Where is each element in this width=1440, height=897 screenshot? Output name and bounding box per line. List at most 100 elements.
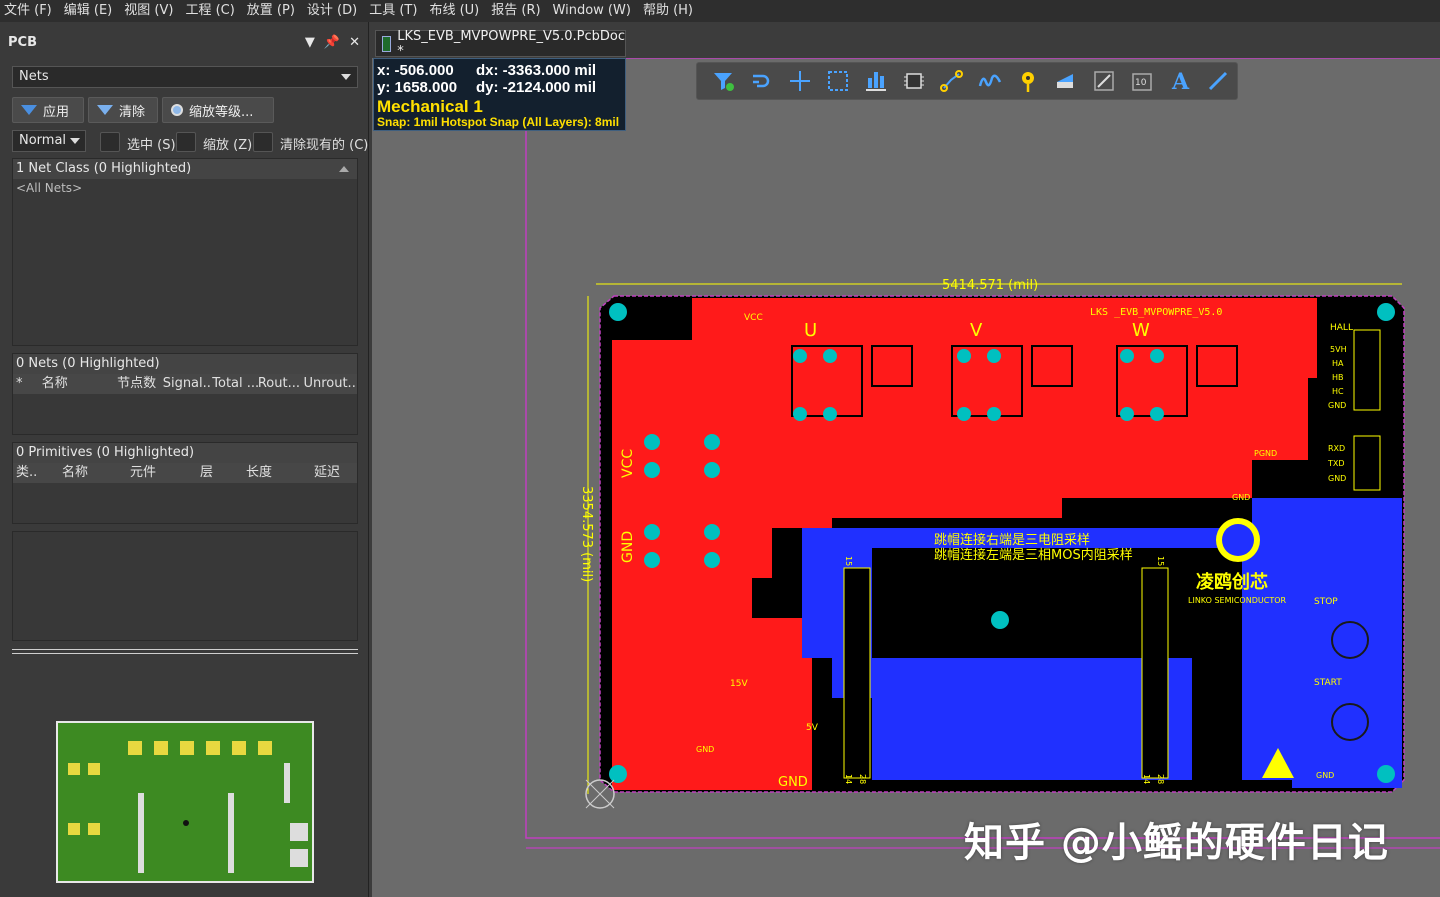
panel-splitter[interactable]: [12, 649, 358, 654]
menu-reports[interactable]: 报告 (R): [485, 0, 546, 22]
zoom-level-button[interactable]: 缩放等级...: [162, 97, 274, 123]
panel-header: PCB ▼ 📌 ✕: [0, 22, 368, 62]
col-prim-name[interactable]: 名称: [62, 463, 130, 483]
col-nodes[interactable]: 节点数: [117, 374, 163, 394]
panel-mode-select[interactable]: Nets: [12, 66, 358, 88]
menu-file[interactable]: 文件 (F): [0, 0, 58, 22]
menu-window[interactable]: Window (W): [547, 0, 637, 22]
v15-label: 15V: [730, 679, 748, 689]
header-left-top-num: 15: [844, 556, 853, 566]
document-tab[interactable]: LKS_EVB_MVPOWPRE_V5.0.PcbDoc *: [375, 28, 626, 59]
active-layer-label: Mechanical 1: [377, 97, 483, 116]
zoom-checkbox[interactable]: [176, 132, 196, 152]
snap-info: Snap: 1mil Hotspot Snap (All Layers): 8m…: [377, 115, 620, 129]
coord-x: x: -506.000: [377, 62, 454, 79]
col-total[interactable]: Total ...: [212, 374, 258, 394]
board-width-dim: 5414.571 (mil): [942, 278, 1038, 293]
region-icon[interactable]: [1085, 64, 1123, 98]
nets-title: 0 Nets (0 Highlighted): [13, 354, 357, 374]
board-minimap[interactable]: [56, 721, 314, 883]
pcb-canvas[interactable]: 5414.571 (mil) 3354.573 (mil) LKS _EVB_M…: [372, 58, 1440, 897]
component-icon[interactable]: [895, 64, 933, 98]
menu-bar: 文件 (F) 编辑 (E) 视图 (V) 工程 (C) 放置 (P) 设计 (D…: [0, 0, 1440, 22]
menu-tools[interactable]: 工具 (T): [363, 0, 423, 22]
clear-existing-label: 清除现有的 (C): [280, 138, 369, 153]
interactive-route-icon[interactable]: [971, 64, 1009, 98]
net-class-title-text: 1 Net Class (0 Highlighted): [16, 161, 192, 176]
menu-route[interactable]: 布线 (U): [423, 0, 485, 22]
close-icon[interactable]: ✕: [349, 35, 360, 50]
clear-filter-icon: [97, 105, 113, 115]
zoom-level-label: 缩放等级...: [189, 104, 254, 120]
menu-edit[interactable]: 编辑 (E): [58, 0, 119, 22]
select-checkbox[interactable]: [100, 132, 120, 152]
all-nets-item[interactable]: <All Nets>: [13, 179, 357, 195]
text-icon[interactable]: A: [1161, 64, 1199, 98]
pcb-document-icon: [382, 35, 392, 52]
menu-help[interactable]: 帮助 (H): [637, 0, 699, 22]
connection-icon[interactable]: [933, 64, 971, 98]
header-right-top-num: 15: [1156, 556, 1165, 566]
hall-pin-ha: HA: [1332, 359, 1344, 368]
vcc-label: VCC: [744, 313, 763, 323]
v5-label: 5V: [806, 723, 819, 733]
board-height-dim: 3354.573 (mil): [579, 486, 594, 582]
col-unrouted[interactable]: Unrout...: [303, 374, 357, 394]
document-tab-label: LKS_EVB_MVPOWPRE_V5.0.PcbDoc *: [397, 28, 625, 59]
clear-existing-checkbox[interactable]: [253, 132, 273, 152]
board-title: LKS _EVB_MVPOWPRE_V5.0: [1090, 307, 1222, 318]
col-routed[interactable]: Rout...: [258, 374, 304, 394]
align-icon[interactable]: [857, 64, 895, 98]
clear-button[interactable]: 清除: [88, 97, 158, 123]
net-class-section: 1 Net Class (0 Highlighted) <All Nets>: [12, 158, 358, 346]
pcb-panel: PCB ▼ 📌 ✕ Nets 应用 清除 缩放等级... Normal 选中 (…: [0, 22, 369, 897]
route-icon[interactable]: [743, 64, 781, 98]
string-icon[interactable]: 10: [1123, 64, 1161, 98]
nets-section: 0 Nets (0 Highlighted) * 名称 节点数 Signal..…: [12, 353, 358, 435]
net-class-title: 1 Net Class (0 Highlighted): [13, 159, 357, 179]
pin-icon[interactable]: 📌: [324, 35, 340, 50]
select-rect-icon[interactable]: [819, 64, 857, 98]
primitives-title: 0 Primitives (0 Highlighted): [13, 443, 357, 463]
col-kind[interactable]: 类..: [13, 463, 62, 483]
header-left-bottom-num: 14: [844, 774, 853, 784]
hall-pin-5vh: 5VH: [1330, 345, 1347, 354]
col-layer[interactable]: 层: [200, 463, 246, 483]
primitives-column-header: 类.. 名称 元件 层 长度 延迟: [13, 463, 357, 483]
gnd-bottom-left-label: GND: [696, 745, 714, 754]
gnd-bottom-label: GND: [778, 775, 808, 790]
uart-pin-txd: TXD: [1327, 459, 1345, 468]
pad-icon[interactable]: [1009, 64, 1047, 98]
col-signal[interactable]: Signal...: [163, 374, 213, 394]
col-delay[interactable]: 延迟: [314, 463, 354, 483]
col-length[interactable]: 长度: [246, 463, 314, 483]
menu-design[interactable]: 设计 (D): [301, 0, 363, 22]
col-component[interactable]: 元件: [130, 463, 200, 483]
jumper-note-1: 跳帽连接右端是三电阻采样: [934, 532, 1090, 548]
col-name[interactable]: 名称: [42, 374, 117, 394]
menu-place[interactable]: 放置 (P): [241, 0, 301, 22]
hall-pin-hc: HC: [1332, 387, 1344, 396]
panel-menu-icon[interactable]: ▼: [305, 35, 315, 50]
header-right-end-num: 28: [1156, 774, 1165, 784]
line-icon[interactable]: [1199, 64, 1237, 98]
apply-button[interactable]: 应用: [12, 97, 84, 123]
panel-mode-value: Nets: [19, 69, 49, 84]
gnd-right-label: GND: [1316, 771, 1334, 780]
chevron-down-icon: [341, 74, 351, 80]
zoom-checkbox-label: 缩放 (Z): [203, 138, 253, 153]
details-section: [12, 531, 358, 641]
highlight-mode-select[interactable]: Normal: [12, 130, 86, 152]
hall-pin-gnd: GND: [1328, 401, 1346, 410]
cross-icon[interactable]: [781, 64, 819, 98]
sort-up-icon[interactable]: [339, 166, 349, 172]
coord-dy: dy: -2124.000 mil: [476, 79, 597, 96]
fill-icon[interactable]: [1047, 64, 1085, 98]
filter-icon[interactable]: [705, 64, 743, 98]
col-star[interactable]: *: [13, 374, 42, 394]
menu-project[interactable]: 工程 (C): [179, 0, 240, 22]
svg-text:10: 10: [1135, 78, 1147, 88]
coord-dx: dx: -3363.000 mil: [476, 62, 597, 79]
header-right-bottom-num: 14: [1142, 774, 1151, 784]
menu-view[interactable]: 视图 (V): [118, 0, 179, 22]
